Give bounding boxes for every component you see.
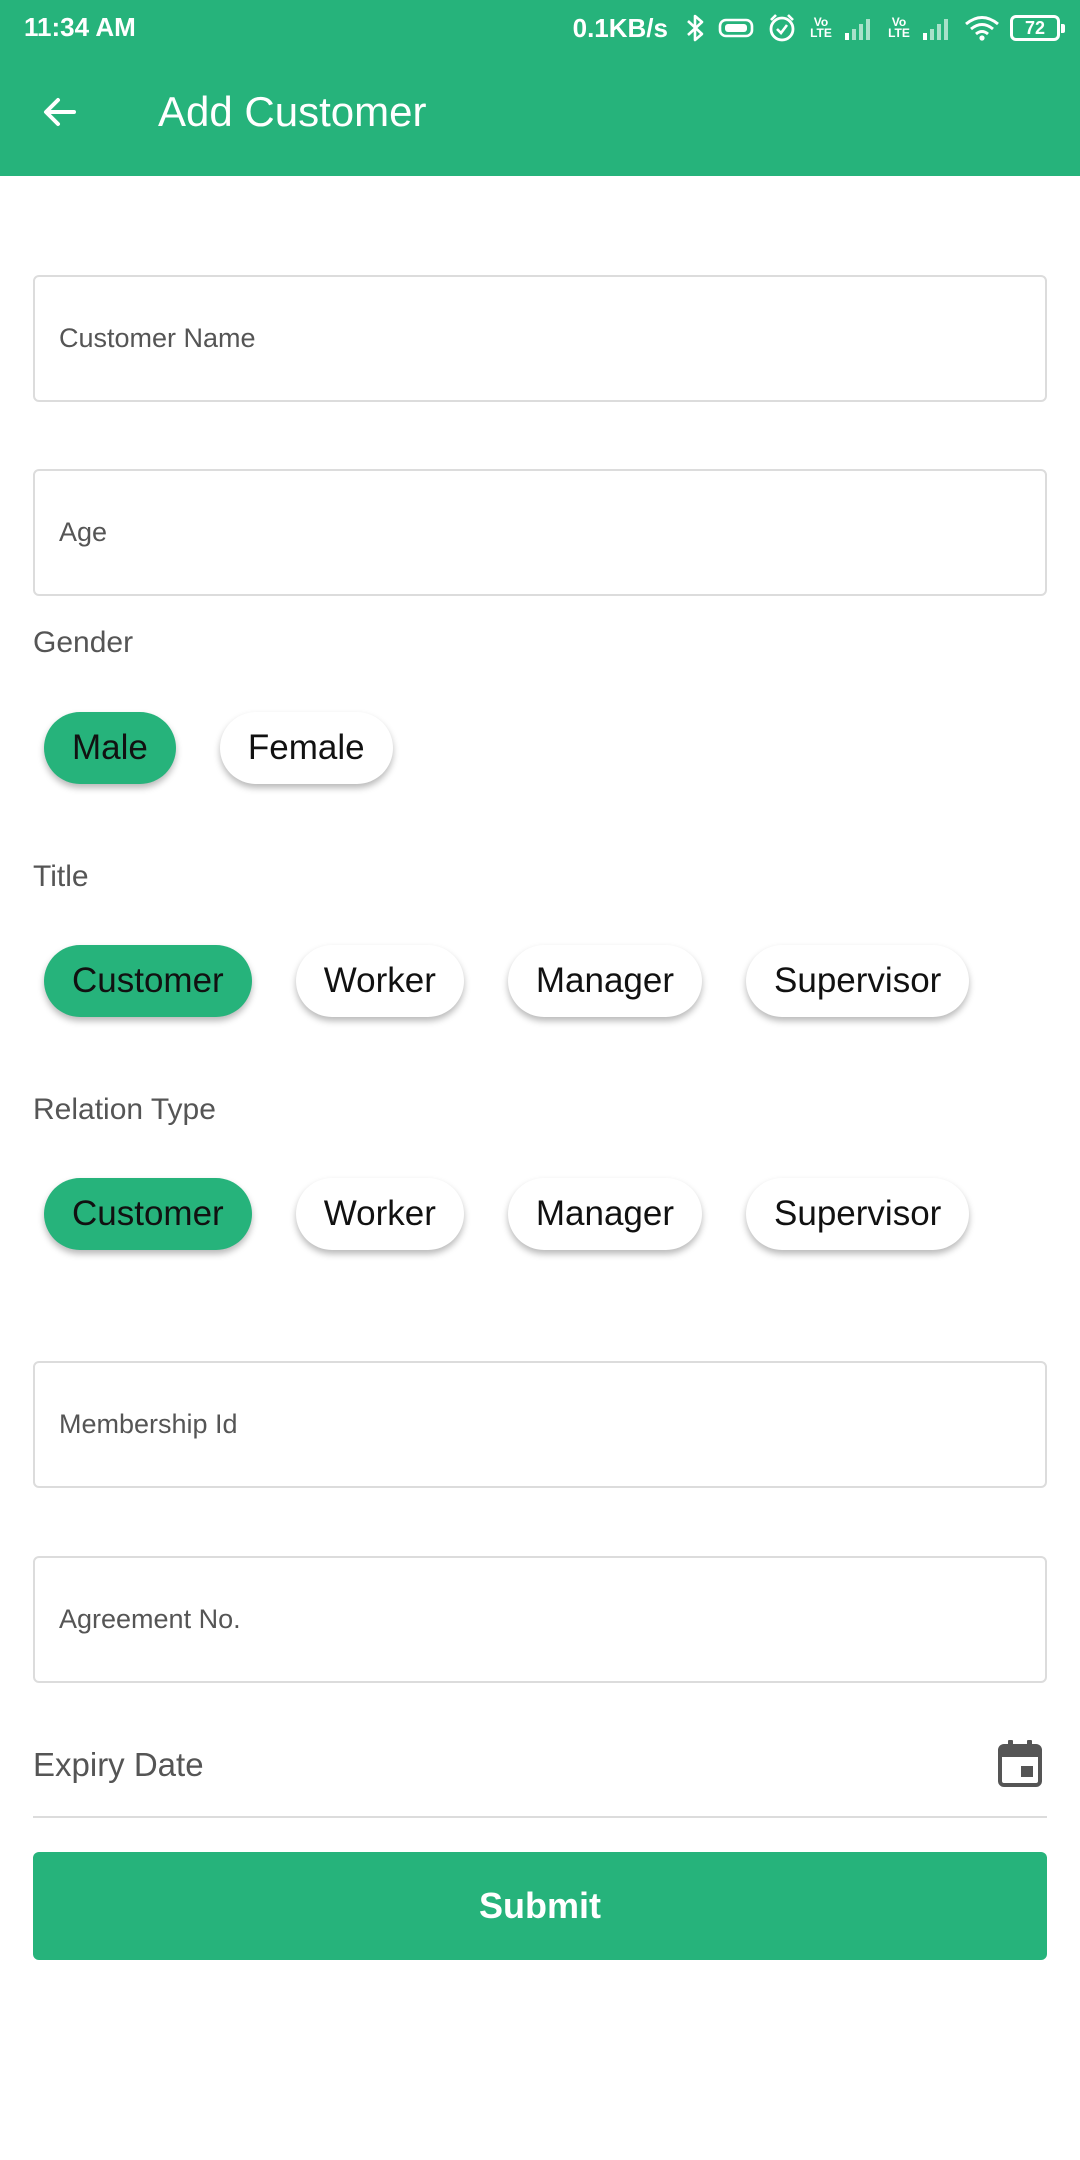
gender-chip-group: Male Female [44,712,393,784]
gender-chip-male[interactable]: Male [44,712,176,784]
relation-chip-customer[interactable]: Customer [44,1178,252,1250]
gender-label: Gender [33,626,134,659]
membership-id-input[interactable] [35,1363,1045,1486]
wifi-icon [964,14,1000,42]
battery-icon: 72 [1010,15,1065,41]
title-chip-worker[interactable]: Worker [295,945,464,1017]
relation-type-label: Relation Type [33,1093,216,1126]
relation-type-chip-group: Customer Worker Manager Supervisor [44,1178,970,1250]
calendar-icon[interactable] [997,1738,1043,1788]
battery-level: 72 [1010,15,1065,41]
membership-id-field[interactable] [33,1361,1047,1488]
toolbar: Add Customer [0,54,1080,176]
arrow-back-icon [40,92,80,137]
app-bar: 11:34 AM 0.1KB/s Vo LTE Vo LTE 72 Add Cu… [0,0,1080,176]
network-speed: 0.1KB/s [572,12,668,43]
title-chip-manager[interactable]: Manager [507,945,703,1017]
title-chip-supervisor[interactable]: Supervisor [746,945,970,1017]
customer-name-input[interactable] [35,277,1045,400]
agreement-no-input[interactable] [35,1558,1045,1681]
bluetooth-icon [684,13,706,43]
vibrate-icon [716,14,756,42]
customer-name-field[interactable] [33,275,1047,402]
volte-indicator: Vo LTE [888,15,910,40]
relation-chip-worker[interactable]: Worker [295,1178,464,1250]
status-bar: 11:34 AM 0.1KB/s Vo LTE Vo LTE 72 [0,0,1080,54]
volte-indicator: Vo LTE [810,15,832,40]
expiry-date-label: Expiry Date [33,1746,204,1783]
title-chip-customer[interactable]: Customer [44,945,252,1017]
title-label: Title [33,860,89,893]
age-input[interactable] [35,471,1045,594]
status-time: 11:34 AM [24,12,136,42]
relation-chip-supervisor[interactable]: Supervisor [746,1178,970,1250]
back-button[interactable] [28,82,92,146]
age-field[interactable] [33,469,1047,596]
page-title: Add Customer [158,88,427,135]
alarm-icon [766,12,798,44]
expiry-date-field[interactable]: Expiry Date [33,1732,1047,1818]
signal-icon [844,15,876,41]
agreement-no-field[interactable] [33,1556,1047,1683]
relation-chip-manager[interactable]: Manager [507,1178,703,1250]
submit-button[interactable]: Submit [33,1852,1047,1960]
title-chip-group: Customer Worker Manager Supervisor [44,945,970,1017]
gender-chip-female[interactable]: Female [219,712,393,784]
signal-icon [922,15,954,41]
status-icons: 0.1KB/s Vo LTE Vo LTE 72 [572,8,1065,48]
